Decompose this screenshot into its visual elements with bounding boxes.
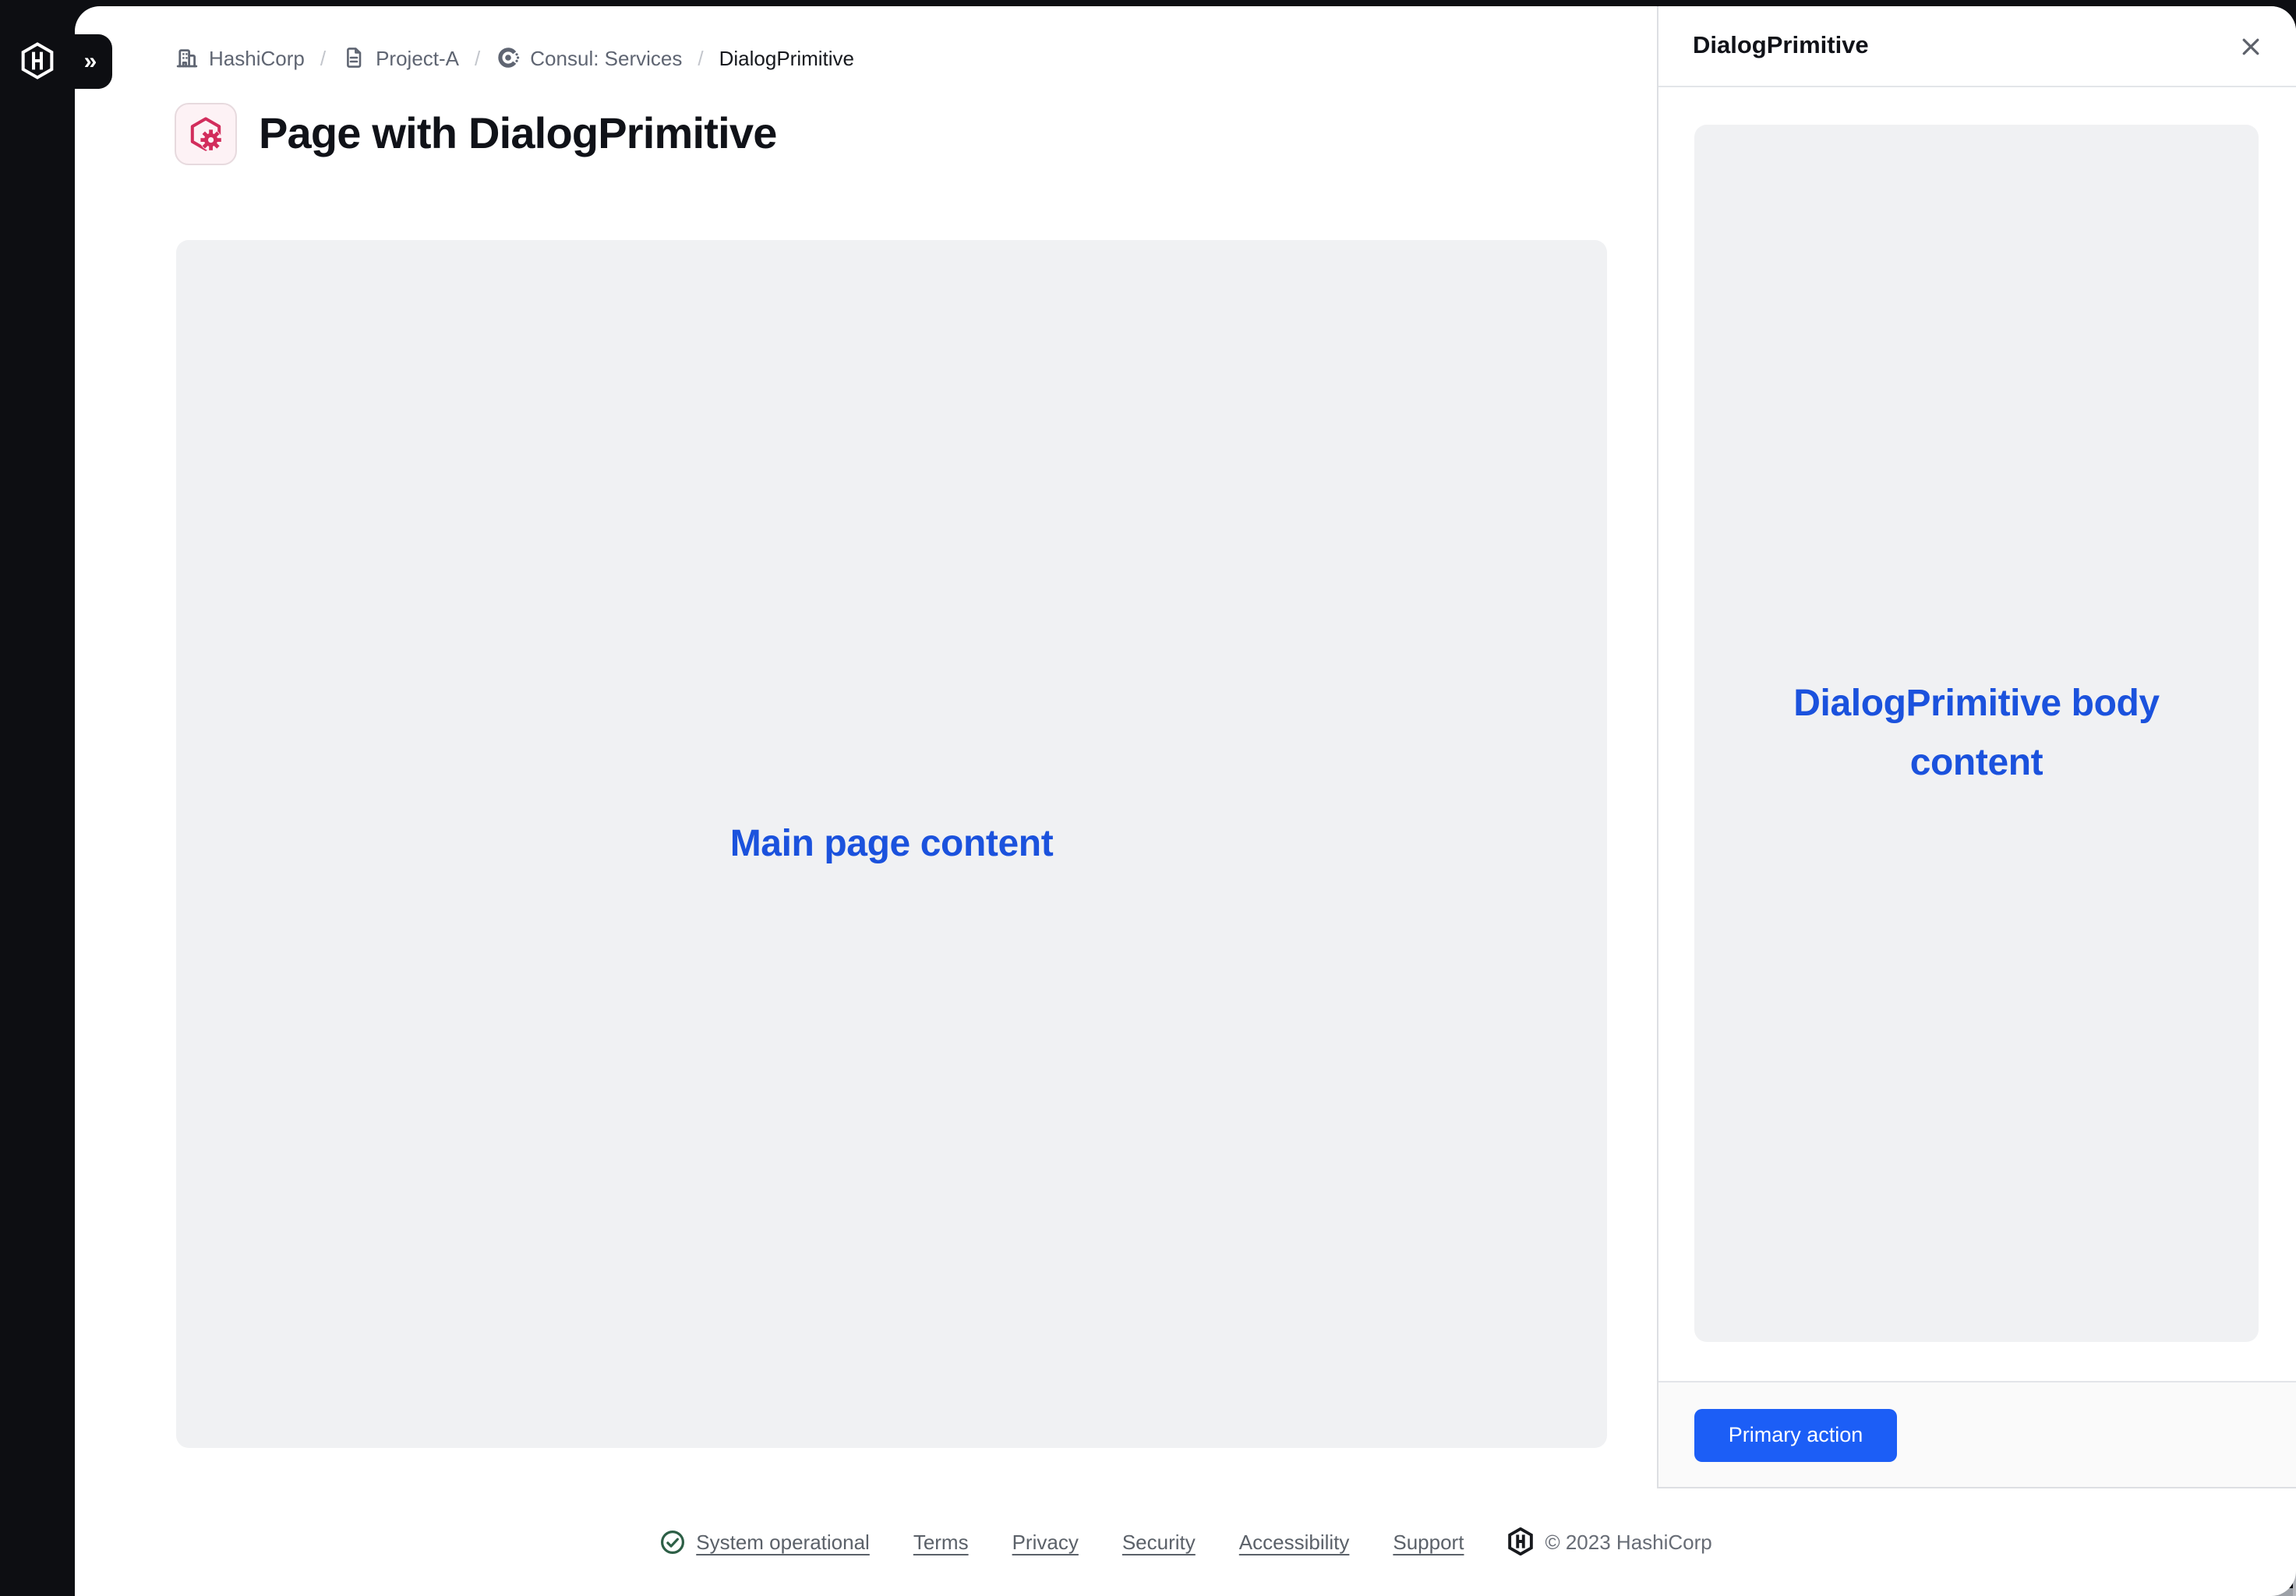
footer-link-privacy[interactable]: Privacy (1012, 1530, 1079, 1553)
primary-action-button[interactable]: Primary action (1694, 1408, 1897, 1461)
breadcrumb: HashiCorp / Project-A / (175, 45, 854, 70)
breadcrumb-separator: / (694, 46, 706, 69)
sidebar-collapsed (0, 0, 75, 1596)
breadcrumb-separator: / (472, 46, 483, 69)
dialog-title: DialogPrimitive (1693, 32, 1869, 60)
hexagon-gear-icon (187, 115, 224, 153)
dialog-panel: DialogPrimitive DialogPrimitive body con… (1657, 6, 2296, 1488)
page-icon-tile (175, 103, 237, 165)
dialog-close-button[interactable] (2231, 26, 2271, 66)
breadcrumb-separator: / (317, 46, 329, 69)
hashicorp-logo-icon (1507, 1527, 1534, 1555)
consul-icon (496, 45, 521, 70)
dialog-footer: Primary action (1658, 1381, 2296, 1487)
check-circle-icon (659, 1528, 685, 1555)
chevrons-right-icon: » (78, 50, 97, 73)
footer-link-support[interactable]: Support (1393, 1530, 1464, 1553)
breadcrumb-item-project-a[interactable]: Project-A (341, 45, 459, 70)
breadcrumb-label: HashiCorp (209, 46, 305, 69)
file-text-icon (341, 45, 366, 70)
dialog-body-placeholder: DialogPrimitive body content (1694, 125, 2259, 1342)
system-status-link[interactable]: System operational (659, 1528, 870, 1555)
sidebar-expand-button[interactable]: » (62, 34, 112, 89)
system-status-label: System operational (696, 1530, 870, 1553)
breadcrumb-item-consul-services[interactable]: Consul: Services (496, 45, 682, 70)
app-window: HashiCorp / Project-A / (0, 0, 2296, 1596)
footer-copyright: © 2023 HashiCorp (1507, 1527, 1711, 1555)
main-placeholder-label: Main page content (730, 822, 1054, 866)
breadcrumb-label: DialogPrimitive (719, 46, 854, 69)
dialog-header: DialogPrimitive (1658, 6, 2296, 87)
footer-link-accessibility[interactable]: Accessibility (1239, 1530, 1350, 1553)
page-header: Page with DialogPrimitive (175, 103, 777, 165)
page-title: Page with DialogPrimitive (259, 109, 777, 159)
dialog-placeholder-label: DialogPrimitive body content (1766, 674, 2187, 793)
main-content-placeholder: Main page content (176, 240, 1607, 1448)
footer-link-security[interactable]: Security (1122, 1530, 1196, 1553)
page-footer: System operational Terms Privacy Securit… (75, 1493, 2296, 1590)
breadcrumb-item-hashicorp[interactable]: HashiCorp (175, 45, 305, 70)
org-building-icon (175, 45, 200, 70)
x-icon (2237, 32, 2265, 60)
dialog-body: DialogPrimitive body content (1658, 87, 2296, 1381)
main-surface: HashiCorp / Project-A / (75, 6, 2296, 1596)
breadcrumb-item-current: DialogPrimitive (719, 46, 854, 69)
breadcrumb-label: Project-A (376, 46, 459, 69)
footer-link-terms[interactable]: Terms (913, 1530, 969, 1553)
hashicorp-logo-icon (20, 42, 55, 79)
copyright-text: © 2023 HashiCorp (1545, 1530, 1711, 1553)
breadcrumb-label: Consul: Services (530, 46, 682, 69)
